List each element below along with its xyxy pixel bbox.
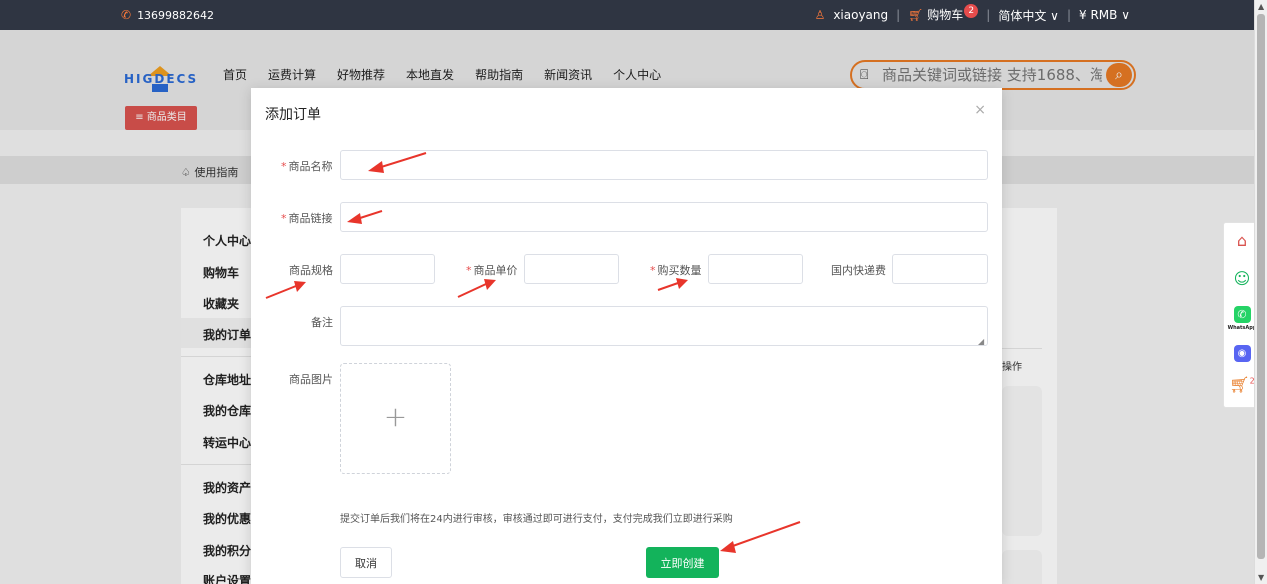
cart-label: 购物车 — [927, 8, 964, 22]
quantity-label: * 购买数量 — [650, 264, 702, 277]
scroll-thumb[interactable] — [1257, 14, 1265, 559]
phone-number: 13699882642 — [137, 8, 215, 22]
product-spec-label: 商品规格 — [289, 264, 333, 277]
product-link-label: * 商品链接 — [281, 212, 333, 225]
top-bar: ✆ 13699882642 ♙ xiaoyang | 🛒︎ 购物车 2 | 简体中… — [0, 0, 1254, 30]
quantity-input[interactable] — [708, 254, 803, 284]
chevron-down-icon: ∨ — [1050, 8, 1059, 23]
cart-link[interactable]: 🛒︎ 购物车 2 — [908, 4, 979, 24]
dialog-title: 添加订单 — [265, 107, 321, 123]
product-name-input[interactable] — [340, 150, 988, 180]
review-notice: 提交订单后我们将在24内进行审核，审核通过即可进行支付，支付完成我们立即进行采购 — [340, 514, 733, 525]
cart-icon: 🛒︎ — [908, 8, 924, 22]
close-icon[interactable]: × — [974, 102, 986, 118]
page-scrollbar[interactable]: ▲ ▼ — [1254, 0, 1267, 584]
image-upload[interactable]: + — [340, 363, 451, 474]
user-icon: ♙ — [814, 8, 826, 22]
cancel-button[interactable]: 取消 — [340, 547, 392, 578]
username-link[interactable]: xiaoyang — [833, 8, 888, 22]
cart-count-badge: 2 — [964, 4, 979, 18]
phone-icon: ✆ — [121, 8, 132, 22]
unit-price-label: * 商品单价 — [466, 264, 518, 277]
remark-textarea[interactable] — [340, 306, 988, 346]
top-bar-right: ♙ xiaoyang | 🛒︎ 购物车 2 | 简体中文 ∨ | ¥ RMB ∨ — [814, 4, 1130, 24]
domestic-shipping-label: 国内快递费 — [831, 264, 886, 277]
language-select[interactable]: 简体中文 ∨ — [998, 7, 1059, 24]
separator: | — [896, 8, 901, 22]
remark-label: 备注 — [311, 316, 333, 329]
plus-icon: + — [383, 400, 408, 433]
unit-price-input[interactable] — [524, 254, 619, 284]
contact-phone: ✆ 13699882642 — [121, 8, 214, 22]
scroll-up-icon[interactable]: ▲ — [1258, 2, 1264, 11]
resize-handle-icon[interactable]: ◢ — [978, 337, 984, 346]
separator: | — [986, 8, 991, 22]
chevron-down-icon: ∨ — [1121, 8, 1130, 22]
product-link-input[interactable] — [340, 202, 988, 232]
product-name-label: * 商品名称 — [281, 160, 333, 173]
create-button[interactable]: 立即创建 — [646, 547, 719, 578]
product-spec-input[interactable] — [340, 254, 435, 284]
currency-select[interactable]: ¥ RMB ∨ — [1079, 8, 1130, 22]
add-order-dialog: 添加订单 × * 商品名称 * 商品链接 商品规格 * 商品单价 * 购买数量 国内快递… — [251, 88, 1002, 584]
domestic-shipping-input[interactable] — [892, 254, 988, 284]
scroll-down-icon[interactable]: ▼ — [1258, 573, 1264, 582]
product-image-label: 商品图片 — [289, 373, 333, 386]
separator: | — [1066, 8, 1071, 22]
